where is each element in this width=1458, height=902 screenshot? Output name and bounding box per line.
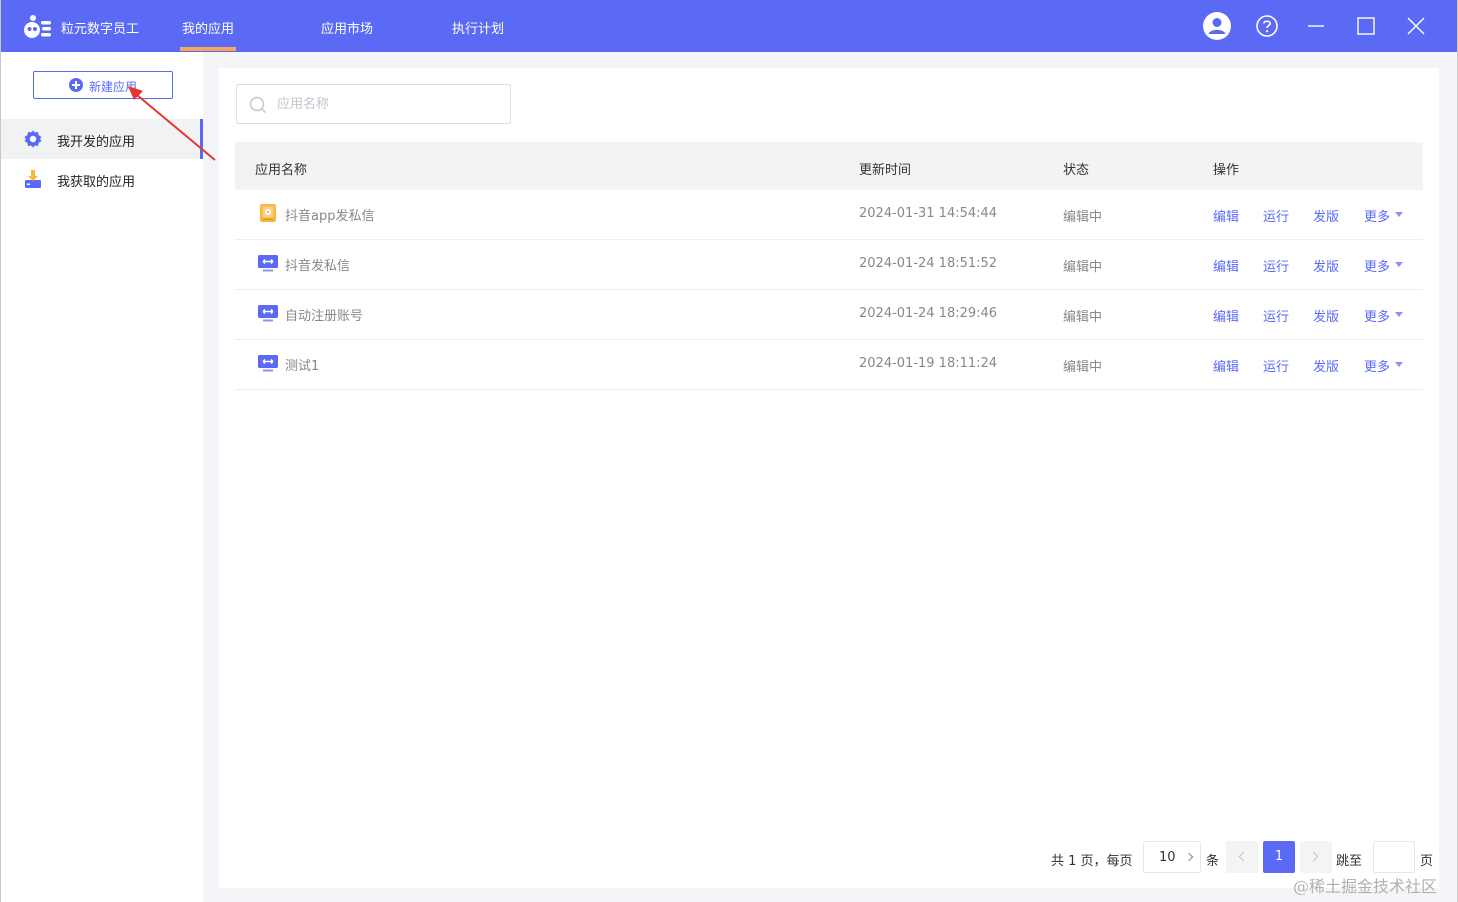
more-button[interactable]: 更多 (1364, 206, 1390, 225)
logo-icon (24, 15, 51, 38)
mobile-app-icon (260, 204, 276, 222)
publish-button[interactable]: 发版 (1313, 256, 1339, 275)
close-icon[interactable] (1402, 12, 1430, 40)
desktop-app-icon (258, 255, 278, 272)
app-name[interactable]: 测试1 (285, 355, 319, 374)
app-window: 粒元数字员工 我的应用 应用市场 执行计划 新建应用 我开发的应用 我获取的应用… (0, 0, 1458, 902)
plus-circle-icon (69, 78, 83, 92)
status-text: 编辑中 (1063, 310, 1103, 325)
search-box[interactable] (236, 84, 511, 124)
more-button[interactable]: 更多 (1364, 256, 1390, 275)
edit-button[interactable]: 编辑 (1213, 306, 1239, 325)
brand-name: 粒元数字员工 (61, 22, 140, 37)
column-header-name: 应用名称 (255, 163, 308, 178)
chevron-right-icon (1184, 852, 1194, 862)
new-app-button[interactable]: 新建应用 (33, 71, 173, 99)
pagination-total: 共 1 页，每页 (1051, 854, 1133, 869)
table-row: 测试1 2024-01-19 18:11:24 编辑中 编辑 运行 发版 更多 (235, 340, 1423, 390)
download-icon (25, 170, 41, 188)
new-app-label: 新建应用 (89, 80, 138, 94)
updated-time: 2024-01-31 14:54:44 (859, 206, 998, 221)
updated-time: 2024-01-24 18:29:46 (859, 306, 998, 321)
maximize-icon[interactable] (1352, 12, 1380, 40)
minimize-icon[interactable] (1302, 12, 1330, 40)
search-input[interactable] (277, 93, 497, 115)
watermark: @稀土掘金技术社区 (1293, 877, 1438, 896)
publish-button[interactable]: 发版 (1313, 306, 1339, 325)
run-button[interactable]: 运行 (1263, 306, 1289, 325)
updated-time: 2024-01-19 18:11:24 (859, 356, 998, 371)
column-header-actions: 操作 (1213, 163, 1240, 178)
column-header-updated: 更新时间 (859, 163, 912, 178)
app-name[interactable]: 抖音发私信 (285, 255, 350, 274)
tab-my-apps[interactable]: 我的应用 (179, 18, 237, 51)
tab-app-market[interactable]: 应用市场 (321, 18, 373, 37)
tab-execution-plan[interactable]: 执行计划 (452, 18, 504, 37)
user-avatar-icon[interactable] (1203, 12, 1231, 40)
edit-button[interactable]: 编辑 (1213, 206, 1239, 225)
desktop-app-icon (258, 305, 278, 322)
table-row: 抖音发私信 2024-01-24 18:51:52 编辑中 编辑 运行 发版 更… (235, 240, 1423, 290)
sidebar-item-my-developed-apps[interactable]: 我开发的应用 (1, 119, 203, 159)
run-button[interactable]: 运行 (1263, 356, 1289, 375)
jump-label: 跳至 (1336, 854, 1363, 869)
sidebar-item-label: 我开发的应用 (57, 135, 136, 150)
table-header: 应用名称 更新时间 状态 操作 (235, 142, 1423, 190)
chevron-right-icon (1308, 851, 1319, 862)
page-size-unit: 条 (1206, 854, 1220, 869)
gear-icon (24, 130, 42, 148)
jump-page-input[interactable] (1373, 841, 1415, 873)
sidebar: 新建应用 我开发的应用 我获取的应用 (1, 52, 203, 902)
caret-down-icon[interactable] (1395, 312, 1403, 317)
run-button[interactable]: 运行 (1263, 256, 1289, 275)
updated-time: 2024-01-24 18:51:52 (859, 256, 998, 271)
page-number: 1 (1274, 849, 1284, 864)
status-text: 编辑中 (1063, 360, 1103, 375)
page-suffix: 页 (1420, 854, 1434, 869)
page-size-select[interactable]: 10 (1143, 841, 1201, 873)
page-size-value: 10 (1159, 850, 1176, 865)
caret-down-icon[interactable] (1395, 262, 1403, 267)
app-name[interactable]: 自动注册账号 (285, 305, 363, 324)
app-name[interactable]: 抖音app发私信 (285, 205, 374, 224)
desktop-app-icon (258, 355, 278, 372)
next-page-button[interactable] (1300, 841, 1332, 873)
caret-down-icon[interactable] (1395, 212, 1403, 217)
sidebar-item-my-acquired-apps[interactable]: 我获取的应用 (1, 159, 203, 199)
status-text: 编辑中 (1063, 260, 1103, 275)
page-number-button[interactable]: 1 (1263, 841, 1295, 873)
help-icon[interactable] (1253, 12, 1281, 40)
table-row: 自动注册账号 2024-01-24 18:29:46 编辑中 编辑 运行 发版 … (235, 290, 1423, 340)
edit-button[interactable]: 编辑 (1213, 356, 1239, 375)
edit-button[interactable]: 编辑 (1213, 256, 1239, 275)
status-text: 编辑中 (1063, 210, 1103, 225)
chevron-left-icon (1238, 851, 1249, 862)
column-header-status: 状态 (1063, 163, 1090, 178)
table-row: 抖音app发私信 2024-01-31 14:54:44 编辑中 编辑 运行 发… (235, 190, 1423, 240)
more-button[interactable]: 更多 (1364, 306, 1390, 325)
publish-button[interactable]: 发版 (1313, 356, 1339, 375)
publish-button[interactable]: 发版 (1313, 206, 1339, 225)
run-button[interactable]: 运行 (1263, 206, 1289, 225)
search-icon (249, 96, 266, 113)
caret-down-icon[interactable] (1395, 362, 1403, 367)
sidebar-item-label: 我获取的应用 (57, 175, 136, 190)
prev-page-button[interactable] (1226, 841, 1258, 873)
more-button[interactable]: 更多 (1364, 356, 1390, 375)
top-bar: 粒元数字员工 我的应用 应用市场 执行计划 (1, 0, 1457, 52)
